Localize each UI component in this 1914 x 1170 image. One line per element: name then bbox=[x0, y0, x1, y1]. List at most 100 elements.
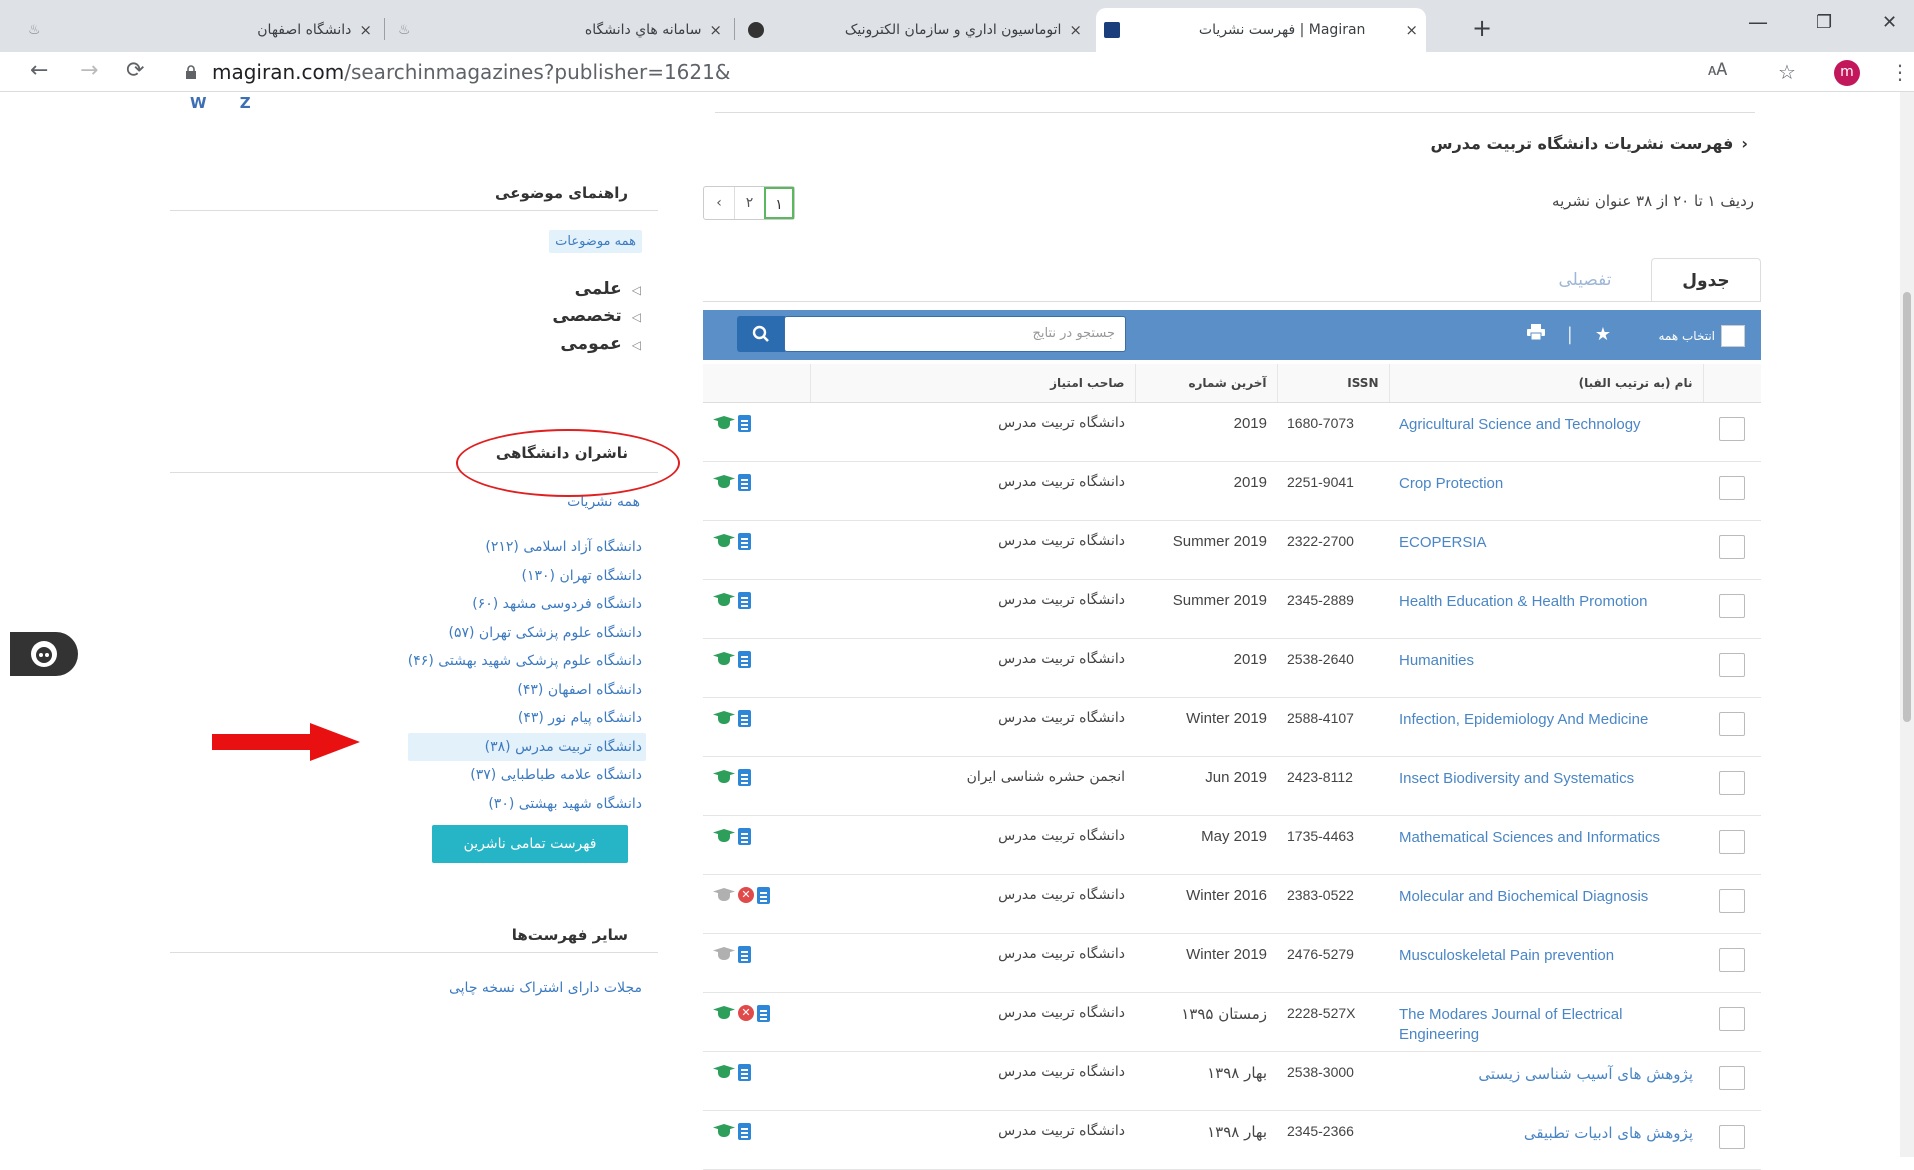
support-chat-icon[interactable] bbox=[10, 632, 78, 676]
bookmark-star-icon[interactable]: ☆ bbox=[1778, 60, 1796, 84]
row-checkbox[interactable] bbox=[1719, 416, 1745, 441]
close-icon[interactable]: × bbox=[709, 21, 722, 39]
header-publisher[interactable]: صاحب امتیاز bbox=[809, 364, 1135, 403]
publisher-link[interactable]: دانشگاه علوم پزشکی شهید بهشتی (۴۶) bbox=[408, 647, 642, 676]
table-row[interactable]: پژوهش های آسیب شناسی زیستی 2538-3000 بهار … bbox=[703, 1051, 1761, 1111]
search-icon[interactable] bbox=[737, 316, 785, 352]
journal-name-link[interactable]: Agricultural Science and Technology bbox=[1389, 402, 1703, 462]
category-specialized[interactable]: ◁ تخصصی bbox=[552, 306, 641, 326]
header-issn[interactable]: ISSN bbox=[1276, 364, 1389, 403]
journal-name-link[interactable]: Humanities bbox=[1389, 638, 1703, 698]
document-icon[interactable] bbox=[757, 1004, 770, 1022]
tab-isfahan-university[interactable]: ♨ دانشگاه اصفهان × bbox=[20, 8, 380, 52]
row-checkbox[interactable] bbox=[1719, 1065, 1745, 1090]
graduation-cap-icon[interactable] bbox=[713, 416, 735, 430]
document-icon[interactable] bbox=[738, 473, 751, 491]
cancel-icon[interactable]: ✕ bbox=[738, 1005, 754, 1021]
table-row[interactable]: The Modares Journal of Electrical Engine… bbox=[703, 992, 1761, 1052]
select-all-checkbox[interactable] bbox=[1721, 325, 1745, 347]
minimize-button[interactable]: — bbox=[1748, 10, 1768, 34]
close-icon[interactable]: × bbox=[1405, 21, 1418, 39]
avatar[interactable]: m bbox=[1834, 60, 1860, 86]
document-icon[interactable] bbox=[738, 827, 751, 845]
row-checkbox[interactable] bbox=[1719, 947, 1745, 972]
document-icon[interactable] bbox=[738, 709, 751, 727]
row-checkbox[interactable] bbox=[1719, 829, 1745, 854]
back-icon[interactable]: ← bbox=[30, 58, 48, 83]
table-row[interactable]: Agricultural Science and Technology 1680-… bbox=[703, 402, 1761, 462]
row-checkbox[interactable] bbox=[1719, 711, 1745, 736]
journal-name-link[interactable]: The Modares Journal of Electrical Engine… bbox=[1389, 992, 1703, 1052]
journal-name-link[interactable]: Molecular and Biochemical Diagnosis bbox=[1389, 874, 1703, 934]
graduation-cap-icon[interactable] bbox=[713, 1006, 735, 1020]
journal-name-link[interactable]: پژوهش های آسیب شناسی زیستی bbox=[1389, 1051, 1703, 1111]
graduation-cap-icon[interactable] bbox=[713, 711, 735, 725]
select-all[interactable]: انتخاب همه bbox=[1658, 325, 1745, 347]
publisher-link[interactable]: دانشگاه تربیت مدرس (۳۸) bbox=[407, 732, 646, 761]
journal-name-link[interactable]: Musculoskeletal Pain prevention bbox=[1389, 933, 1703, 993]
journal-name-link[interactable]: Health Education & Health Promotion bbox=[1389, 579, 1703, 639]
row-checkbox[interactable] bbox=[1719, 652, 1745, 677]
row-checkbox[interactable] bbox=[1719, 1124, 1745, 1149]
maximize-button[interactable]: ❐ bbox=[1816, 12, 1832, 33]
cancel-icon[interactable]: ✕ bbox=[738, 887, 754, 903]
document-icon[interactable] bbox=[738, 1122, 751, 1140]
publisher-link[interactable]: دانشگاه آزاد اسلامی (۲۱۲) bbox=[408, 533, 642, 562]
publisher-link[interactable]: دانشگاه علوم پزشکی تهران (۵۷) bbox=[408, 619, 642, 648]
close-icon[interactable]: × bbox=[1069, 21, 1082, 39]
journal-name-link[interactable]: Crop Protection bbox=[1389, 461, 1703, 521]
journal-name-link[interactable]: پژوهش های ادبیات تطبیقی bbox=[1389, 1110, 1703, 1170]
publisher-link[interactable]: دانشگاه شهید بهشتی (۳۰) bbox=[408, 790, 642, 819]
row-checkbox[interactable] bbox=[1719, 770, 1745, 795]
print-subscription-link[interactable]: مجلات دارای اشتراک نسخه چاپی bbox=[449, 980, 642, 996]
table-row[interactable]: Crop Protection 2251-9041 2019 دانشگاه تربی… bbox=[703, 461, 1761, 521]
publisher-link[interactable]: دانشگاه علامه طباطبایی (۳۷) bbox=[408, 761, 642, 790]
page-scrollbar[interactable] bbox=[1900, 92, 1914, 1157]
graduation-cap-icon[interactable] bbox=[713, 652, 735, 666]
document-icon[interactable] bbox=[738, 945, 751, 963]
pager-page-1[interactable]: ۱ bbox=[764, 187, 794, 219]
alphabet-filter[interactable]: W Z bbox=[190, 94, 265, 112]
journal-name-link[interactable]: Insect Biodiversity and Systematics bbox=[1389, 756, 1703, 816]
header-last-issue[interactable]: آخرین شماره bbox=[1134, 364, 1277, 403]
graduation-cap-icon[interactable] bbox=[713, 888, 735, 902]
graduation-cap-icon[interactable] bbox=[713, 1124, 735, 1138]
menu-icon[interactable]: ⋮ bbox=[1890, 60, 1910, 84]
graduation-cap-icon[interactable] bbox=[713, 829, 735, 843]
search-input[interactable]: جستجو در نتایج bbox=[784, 316, 1126, 352]
header-name[interactable]: نام (به ترتیب الفبا) bbox=[1388, 364, 1703, 403]
row-checkbox[interactable] bbox=[1719, 1006, 1745, 1031]
all-subjects-chip[interactable]: همه موضوعات bbox=[549, 230, 642, 253]
print-icon[interactable] bbox=[1526, 324, 1545, 345]
forward-icon[interactable]: → bbox=[80, 58, 98, 83]
publisher-link[interactable]: دانشگاه پیام نور (۴۳) bbox=[408, 704, 642, 733]
close-window-button[interactable]: ✕ bbox=[1882, 12, 1897, 33]
graduation-cap-icon[interactable] bbox=[713, 947, 735, 961]
row-checkbox[interactable] bbox=[1719, 475, 1745, 500]
graduation-cap-icon[interactable] bbox=[713, 475, 735, 489]
table-row[interactable]: Mathematical Sciences and Informatics 173… bbox=[703, 815, 1761, 875]
tab-university-systems[interactable]: ♨ سامانه هاي دانشگاه × bbox=[390, 8, 730, 52]
close-icon[interactable]: × bbox=[359, 21, 372, 39]
publisher-link[interactable]: دانشگاه تهران (۱۳۰) bbox=[408, 562, 642, 591]
table-row[interactable]: ECOPERSIA 2322-2700 Summer 2019 دانشگاه ترب… bbox=[703, 520, 1761, 580]
graduation-cap-icon[interactable] bbox=[713, 770, 735, 784]
journal-name-link[interactable]: Mathematical Sciences and Informatics bbox=[1389, 815, 1703, 875]
reload-icon[interactable]: ⟳ bbox=[126, 58, 144, 83]
star-icon[interactable]: ★ bbox=[1595, 324, 1611, 345]
table-row[interactable]: Infection, Epidemiology And Medicine 2588… bbox=[703, 697, 1761, 757]
translate-icon[interactable]: 🗚 bbox=[1708, 60, 1727, 80]
table-row[interactable]: Molecular and Biochemical Diagnosis 2383-… bbox=[703, 874, 1761, 934]
graduation-cap-icon[interactable] bbox=[713, 593, 735, 607]
category-scientific[interactable]: ◁ علمی bbox=[575, 279, 641, 299]
category-general[interactable]: ◁ عمومی bbox=[560, 334, 641, 354]
publisher-link[interactable]: دانشگاه فردوسی مشهد (۶۰) bbox=[408, 590, 642, 619]
graduation-cap-icon[interactable] bbox=[713, 534, 735, 548]
document-icon[interactable] bbox=[738, 650, 751, 668]
journal-name-link[interactable]: ECOPERSIA bbox=[1389, 520, 1703, 580]
table-row[interactable]: Humanities 2538-2640 2019 دانشگاه تربیت مدر… bbox=[703, 638, 1761, 698]
row-checkbox[interactable] bbox=[1719, 534, 1745, 559]
all-publishers-button[interactable]: فهرست تمامی ناشرین bbox=[432, 825, 628, 863]
document-icon[interactable] bbox=[738, 1063, 751, 1081]
table-row[interactable]: Musculoskeletal Pain prevention 2476-5279… bbox=[703, 933, 1761, 993]
